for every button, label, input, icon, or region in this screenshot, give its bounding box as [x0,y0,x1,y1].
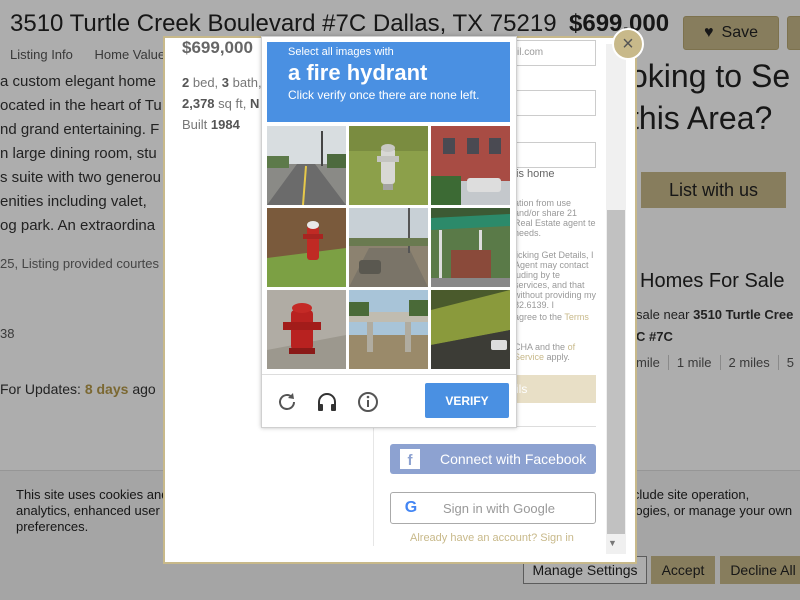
verify-button[interactable]: VERIFY [425,383,509,418]
captcha-tile-gas-station[interactable] [431,208,510,287]
captcha-header: Select all images with a fire hydrant Cl… [267,42,510,122]
captcha-tile-bridge[interactable] [349,290,428,369]
disclaimer-4c: apply. [546,352,570,362]
captcha-target: a fire hydrant [288,60,428,85]
google-signin-button[interactable]: G Sign in with Google [390,492,596,524]
home-label: is home [516,168,555,180]
reload-icon[interactable] [275,390,299,414]
captcha-instruction: Select all images with [288,46,394,58]
captcha-tile-building[interactable] [431,126,510,205]
built-label: Built [182,117,208,132]
disclaimer-4: CHA and the of Service apply. [514,342,598,362]
disclaimer-4a: CHA and the [514,342,566,352]
phone-field[interactable] [512,90,596,116]
modal-facts: 2 bed, 3 bath, 2,378 sq ft, N Built 1984 [182,72,262,135]
headphones-icon[interactable] [315,390,339,414]
close-icon[interactable]: × [612,28,644,60]
or-divider [512,426,596,427]
google-icon: G [404,499,418,516]
baths-value: 3 [221,75,230,90]
captcha-tile-road[interactable] [267,126,346,205]
captcha-tile-hydrant-grass[interactable] [267,208,346,287]
sign-in-link[interactable]: Already have an account? Sign in [410,532,574,544]
beds-value: 2 [182,75,190,90]
facebook-connect-button[interactable]: f Connect with Facebook [390,444,596,474]
get-details-button[interactable]: ils [512,375,596,403]
captcha-tile-hydrant-sidewalk[interactable] [267,290,346,369]
captcha-tile-road-car[interactable] [349,208,428,287]
modal-price: $699,000 [182,38,253,57]
captcha-tile-hydrant-field[interactable] [349,126,428,205]
sqft-label: sq ft, [218,96,247,111]
captcha-note: Click verify once there are none left. [288,88,480,102]
name-field[interactable] [512,142,596,168]
info-icon[interactable] [356,390,380,414]
facebook-icon: f [400,449,420,469]
sqft-value: 2,378 [182,96,215,111]
facebook-label: Connect with Facebook [440,451,587,467]
scroll-down-icon[interactable]: ▼ [608,538,617,548]
baths-label: bath, [232,75,262,90]
captcha-tile-hillside[interactable] [431,290,510,369]
captcha-grid [267,126,510,370]
built-year: 1984 [210,117,240,132]
sqft-suffix: N [249,96,260,111]
disclaimer-3a: agree to the [514,312,563,322]
email-field[interactable]: il.com [512,40,596,66]
beds-label: bed, [192,75,219,90]
disclaimer-1: ation from use and/or share 21 Real Esta… [514,198,596,238]
disclaimer-3: agree to the Terms [514,312,598,322]
disclaimer-2: licking Get Details, I Agent may contact… [514,250,597,310]
google-label: Sign in with Google [443,500,556,516]
terms-link[interactable]: Terms [564,312,589,322]
modal-scrollbar-thumb[interactable] [607,210,625,534]
